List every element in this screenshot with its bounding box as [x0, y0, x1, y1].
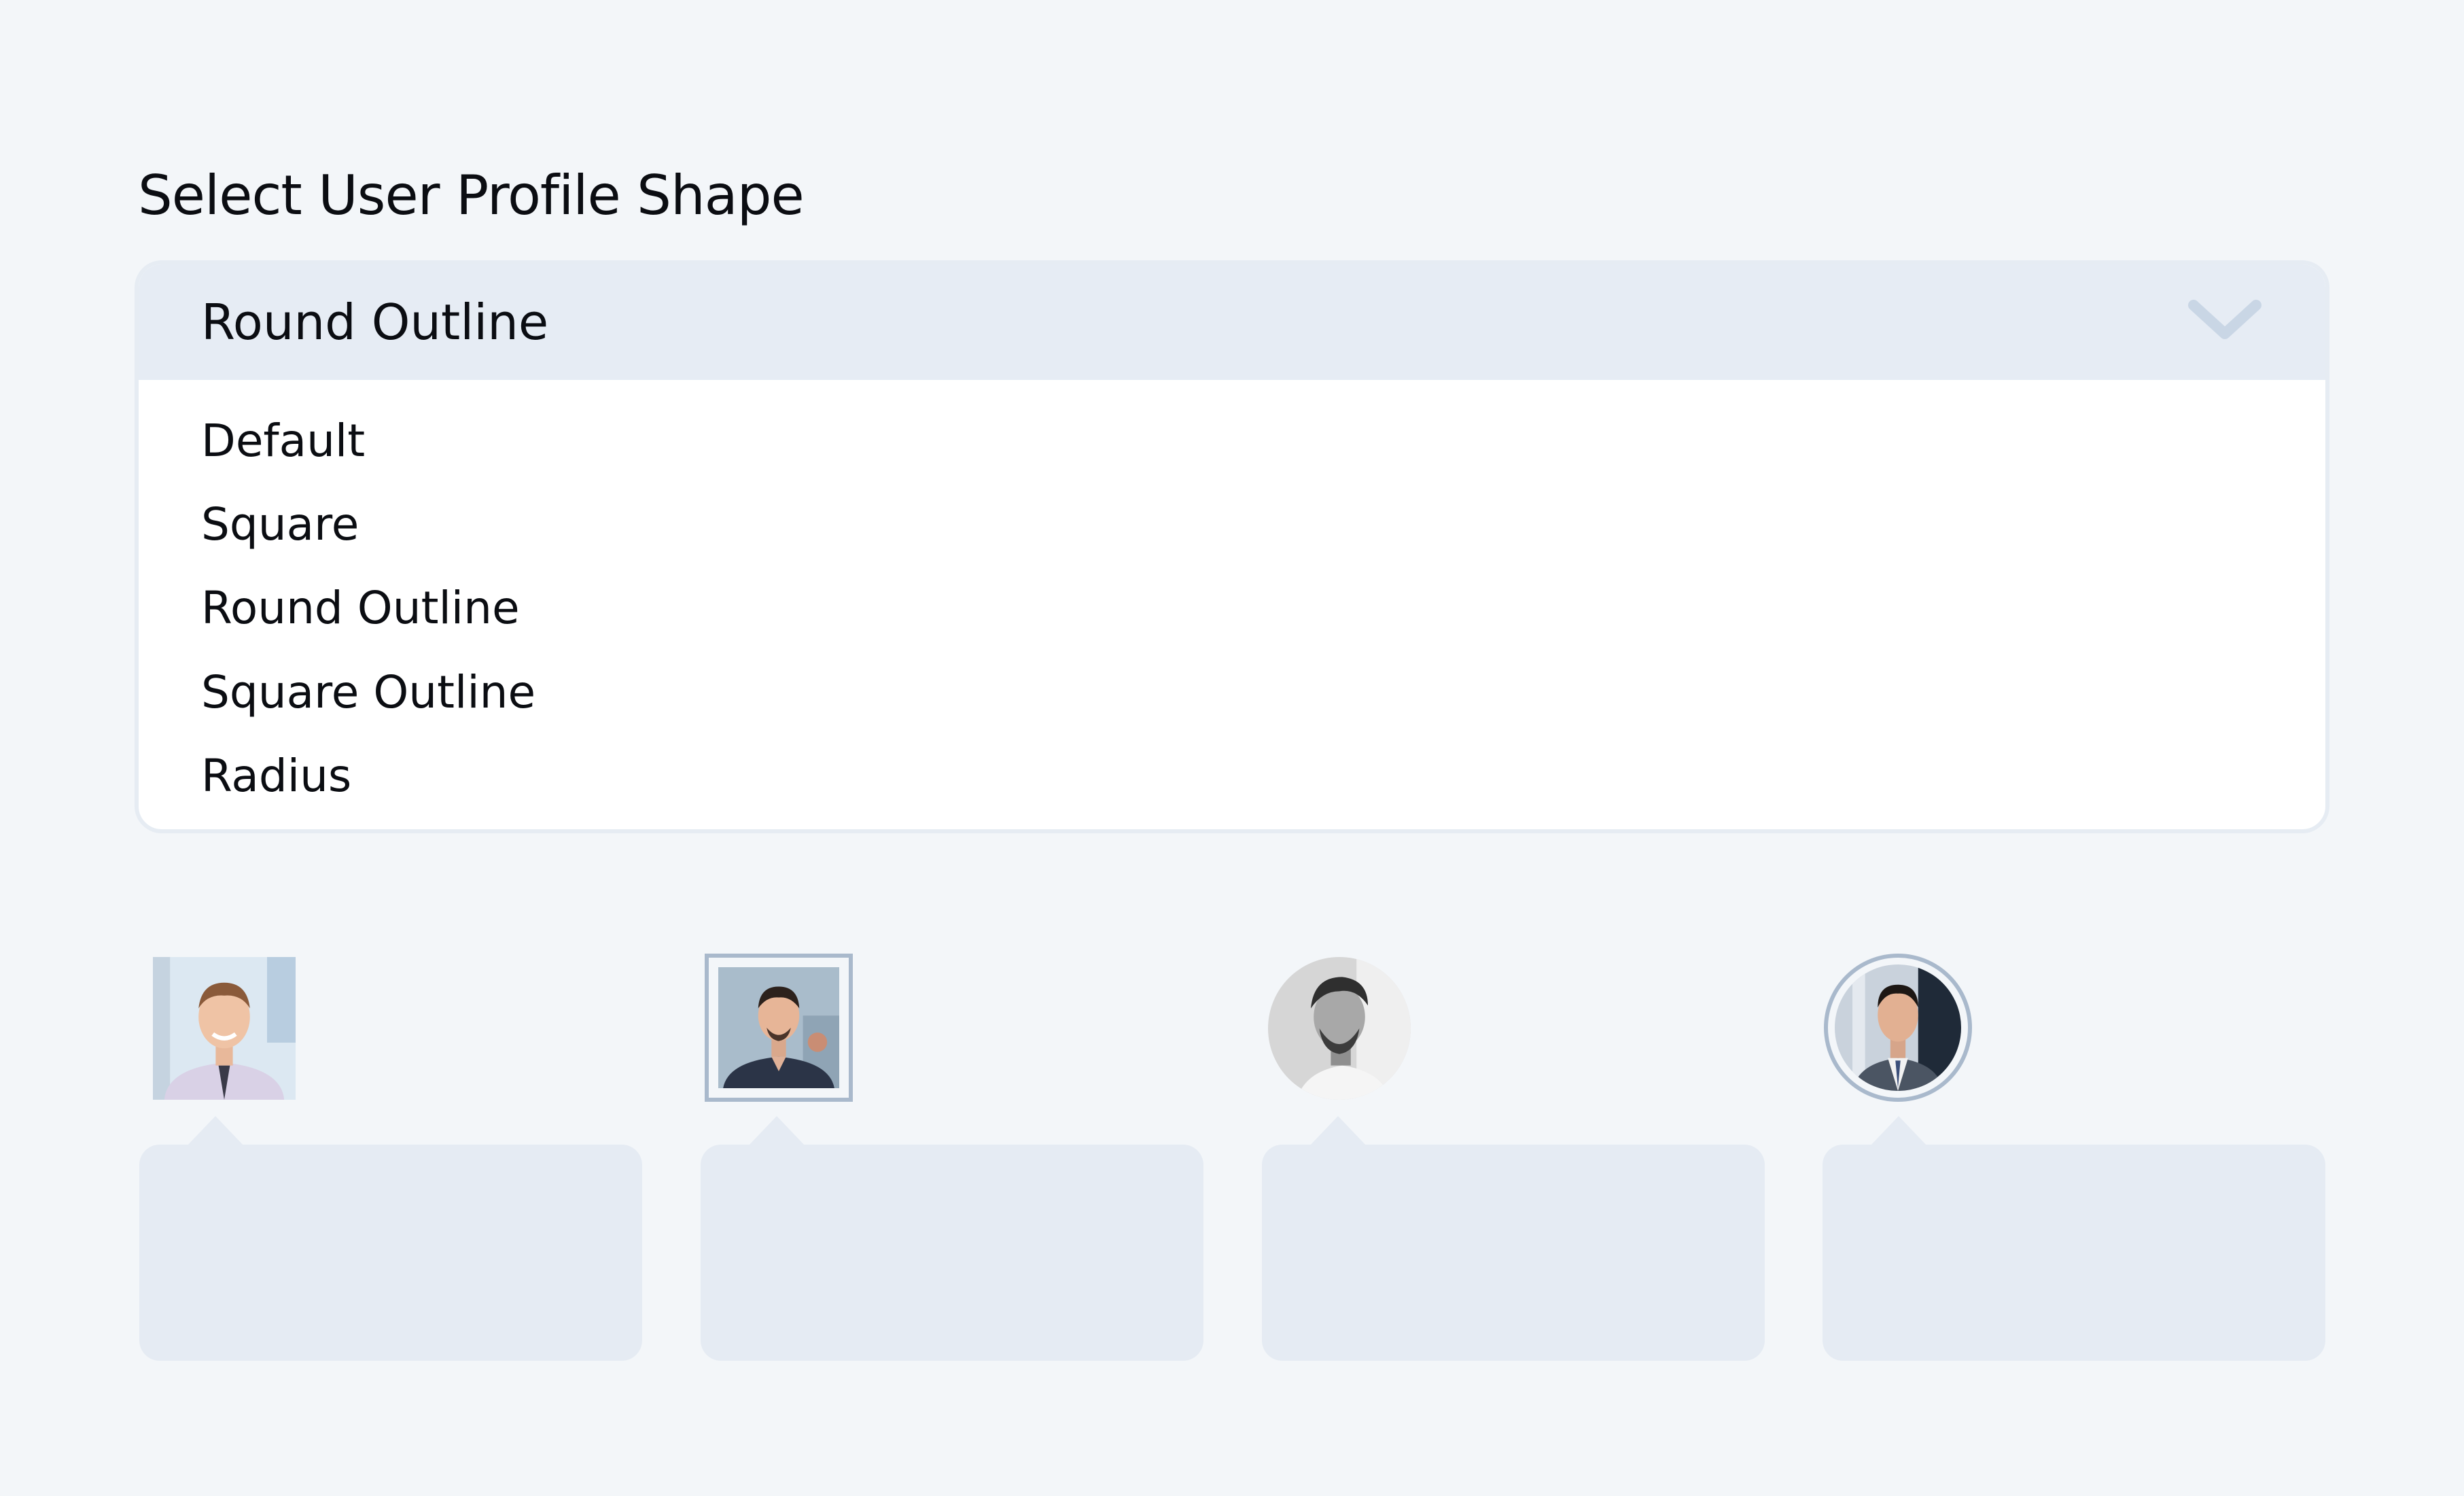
- option-square-outline[interactable]: Square Outline: [201, 659, 535, 727]
- option-square[interactable]: Square: [201, 491, 359, 559]
- option-round-outline[interactable]: Round Outline: [201, 574, 520, 642]
- user-photo: [1835, 964, 1961, 1091]
- avatar-round-outline: [1824, 954, 1972, 1102]
- option-radius[interactable]: Radius: [201, 742, 351, 810]
- profile-card: [139, 1116, 642, 1361]
- selected-value: Round Outline: [201, 294, 549, 351]
- profile-shape-dropdown[interactable]: Round Outline Default Square Round Outli…: [135, 260, 2329, 833]
- avatar-default: [153, 957, 296, 1100]
- page-title: Select User Profile Shape: [138, 164, 805, 227]
- dropdown-toggle[interactable]: Round Outline: [139, 264, 2325, 380]
- user-photo: [1268, 957, 1411, 1100]
- profile-card: [1262, 1116, 1765, 1361]
- user-photo: [718, 967, 839, 1088]
- avatar-square-outline: [705, 954, 853, 1102]
- profile-card: [1823, 1116, 2325, 1361]
- option-default[interactable]: Default: [201, 407, 365, 475]
- user-photo: [153, 957, 296, 1100]
- chevron-down-icon: [2188, 300, 2261, 339]
- avatar-round: [1268, 957, 1411, 1100]
- profile-card: [701, 1116, 1203, 1361]
